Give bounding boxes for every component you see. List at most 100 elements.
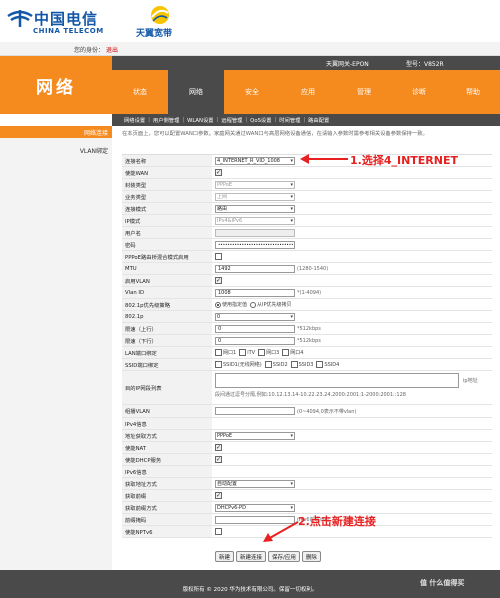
mtu-input[interactable]: 1492 (215, 264, 295, 273)
row-enable-dhcp: 使能DHCP服务 ✓ (122, 454, 492, 466)
row-multicast-vlan: 组播VLAN (0~4094,0表示不带vlan) (122, 405, 492, 418)
delete-button[interactable]: 删除 (301, 551, 321, 562)
pppoe-mix-checkbox[interactable] (215, 253, 222, 260)
ip-mode-select[interactable]: IPv4&IPv6 ▾ (215, 216, 295, 225)
save-apply-button[interactable]: 保存/应用 (268, 551, 300, 562)
tianyi-logo-icon (151, 6, 169, 24)
lan-port1-checkbox[interactable] (215, 349, 222, 356)
rate-down-input[interactable]: 0 (215, 336, 295, 345)
footer: 版权所有 © 2020 华为技术有限公司。保留一切权利。 值 什么值得买 (0, 570, 500, 598)
enable-nat-checkbox[interactable]: ✓ (215, 444, 222, 451)
subnav-remote[interactable]: 远程管理 (219, 116, 244, 124)
enable-dhcp-checkbox[interactable]: ✓ (215, 456, 222, 463)
main-content: 在本页面上，您可以配置WAN口参数。家庭网关通过WAN口与高层网络设备通信，在请… (112, 126, 500, 570)
new-connection-button[interactable]: 新建连接 (236, 551, 267, 562)
subnav-network-settings[interactable]: 网络设置 (122, 116, 147, 124)
logout-link[interactable]: 退出 (106, 45, 118, 54)
header: 网络 天翼网关-EPON 型号：V852R 状态 网络 安全 应用 管理 诊断 … (0, 56, 500, 114)
multicast-vlan-input[interactable] (215, 407, 295, 415)
new-button[interactable]: 新建 (215, 551, 235, 562)
dest-ip-textarea[interactable] (215, 373, 459, 388)
username-input[interactable] (215, 228, 295, 237)
tab-status[interactable]: 状态 (112, 70, 168, 114)
8021p-select[interactable]: 0 ▾ (215, 312, 295, 321)
chevron-down-icon: ▾ (290, 432, 293, 439)
brand-name-en: CHINA TELECOM (33, 27, 104, 35)
lan-port4-checkbox[interactable] (282, 349, 290, 356)
ssid2-checkbox[interactable] (264, 361, 272, 368)
subnav-qos[interactable]: QoS设置 (248, 116, 273, 124)
row-enable-vlan: 启用VLAN ✓ (122, 275, 492, 287)
enable-nptv6-checkbox[interactable] (215, 528, 222, 535)
row-ip-mode: IP模式 IPv4&IPv6 ▾ (122, 215, 492, 227)
chevron-down-icon: ▾ (290, 504, 293, 511)
left-item-network-connection[interactable]: 网络连接 (0, 126, 112, 138)
subnav-routing[interactable]: 路由配置 (306, 116, 331, 124)
subnav-wlan[interactable]: WLAN设置 (185, 116, 216, 124)
row-dest-ip: 目的IP网段列表 ip地址 段间通过逗号分隔,例如:10.12.13.14-10… (122, 371, 492, 405)
itv-port-checkbox[interactable] (239, 349, 247, 356)
addr-method-select[interactable]: PPPoE ▾ (215, 431, 295, 440)
sub-nav: 网络设置 | 用户侧管理 | WLAN设置 | 远程管理 | QoS设置 | 时… (112, 114, 500, 126)
tab-network[interactable]: 网络 (168, 70, 224, 114)
row-pppoe-mix: PPPoE路由桥混合模式启用 (122, 251, 492, 263)
row-username: 用户名 (122, 227, 492, 239)
row-addr-method: 地址获取方式 PPPoE ▾ (122, 430, 492, 442)
conn-mode-select[interactable]: 路由 ▾ (215, 204, 295, 213)
annotation-arrow-1 (300, 154, 348, 164)
vlan-id-input[interactable]: 1008 (215, 288, 295, 297)
use-specified-radio[interactable] (215, 301, 221, 308)
subnav-time[interactable]: 时间管理 (277, 116, 302, 124)
device-bar: 天翼网关-EPON 型号：V852R (112, 56, 500, 70)
connection-name-select[interactable]: 4_INTERNET_R_VID_1008 ▾ (215, 156, 295, 165)
prefix-method-select[interactable]: DHCPv6-PD ▾ (215, 503, 295, 512)
chevron-down-icon: ▾ (290, 157, 293, 164)
tab-security[interactable]: 安全 (224, 70, 280, 114)
annotation-step1: 1.选择4_INTERNET (350, 154, 458, 167)
lan-port3-checkbox[interactable] (258, 349, 266, 356)
router-admin-page: 中国电信 CHINA TELECOM 天翼宽带 您的身份： 退出 网络 天翼网关… (0, 0, 500, 598)
addr-method6-select[interactable]: 自动配置 ▾ (215, 479, 295, 488)
get-prefix-checkbox[interactable]: ✓ (215, 492, 222, 499)
chevron-down-icon: ▾ (290, 480, 293, 487)
row-ipv4-info: IPv4信息 (122, 418, 492, 430)
chevron-down-icon: ▾ (290, 205, 293, 212)
tab-help[interactable]: 帮助 (446, 70, 500, 114)
row-conn-mode: 连接模式 路由 ▾ (122, 203, 492, 215)
ssid1-checkbox[interactable] (215, 361, 222, 368)
row-lan-bind: LAN端口绑定 网口1 iTV 网口3 网口4 (122, 347, 492, 359)
watermark: 值 什么值得买 (420, 579, 465, 587)
row-ipv6-info: IPv6信息 (122, 466, 492, 478)
rate-up-input[interactable]: 0 (215, 324, 295, 333)
row-enable-nat: 使能NAT ✓ (122, 442, 492, 454)
password-input[interactable]: •••••••••••••••••••••••••••••••••••••• (215, 240, 295, 249)
service-type-select[interactable]: 上网 ▾ (215, 192, 295, 201)
row-get-prefix: 获取前缀 ✓ (122, 490, 492, 502)
left-nav: 网络连接 VLAN绑定 (0, 126, 112, 570)
tab-management[interactable]: 管理 (336, 70, 392, 114)
encap-select[interactable]: PPPoE ▾ (215, 180, 295, 189)
row-ssid-bind: SSID端口绑定 SSID1(无线网络) SSID2 SSID3 SSID4 (122, 359, 492, 371)
product-name: 天翼宽带 (136, 29, 173, 39)
row-rate-down: 限速（下行） 0 *512kbps (122, 335, 492, 347)
logo-bar: 中国电信 CHINA TELECOM 天翼宽带 (0, 0, 500, 42)
annotation-arrow-2 (263, 521, 299, 542)
chevron-down-icon: ▾ (290, 193, 293, 200)
ssid4-checkbox[interactable] (316, 361, 324, 368)
left-item-vlan-binding[interactable]: VLAN绑定 (0, 144, 112, 156)
device-model: 型号：V852R (406, 61, 444, 68)
row-addr-method6: 获取地址方式 自动配置 ▾ (122, 478, 492, 490)
row-password: 密码 •••••••••••••••••••••••••••••••••••••… (122, 239, 492, 251)
tab-diagnostics[interactable]: 诊断 (392, 70, 446, 114)
intro-text: 在本页面上，您可以配置WAN口参数。家庭网关通过WAN口与高层网络设备通信，在请… (122, 131, 428, 137)
row-mtu: MTU 1492 (1280-1540) (122, 263, 492, 275)
chevron-down-icon: ▾ (290, 313, 293, 320)
tab-apps[interactable]: 应用 (280, 70, 336, 114)
ssid3-checkbox[interactable] (290, 361, 298, 368)
enable-wan-checkbox[interactable]: ✓ (215, 169, 222, 176)
chevron-down-icon: ▾ (290, 217, 293, 224)
china-telecom-logo-icon (7, 10, 33, 27)
enable-vlan-checkbox[interactable]: ✓ (215, 277, 222, 284)
subnav-user-side[interactable]: 用户侧管理 (151, 116, 182, 124)
copy-from-ip-radio[interactable] (250, 301, 257, 308)
